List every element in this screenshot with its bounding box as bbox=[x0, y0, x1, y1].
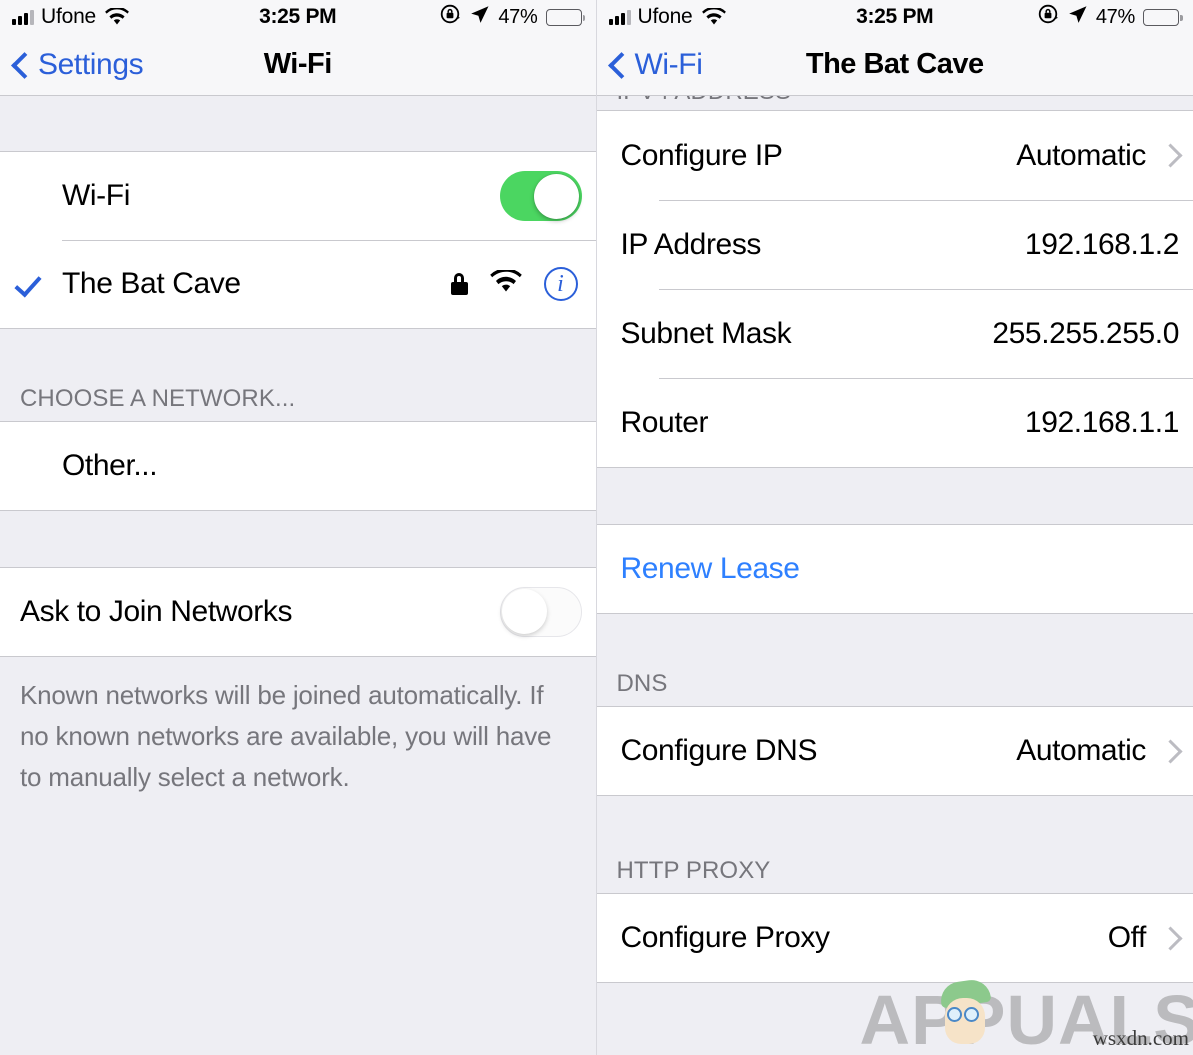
other-network-group: Other... bbox=[0, 421, 596, 511]
proxy-header-wrap: HTTP PROXY bbox=[596, 796, 1193, 893]
location-arrow-icon bbox=[1067, 4, 1088, 31]
chevron-left-icon bbox=[609, 50, 627, 80]
ask-to-join-group: Ask to Join Networks bbox=[0, 567, 596, 657]
row-label: IP Address bbox=[620, 227, 762, 261]
status-bar-left-group: Ufone bbox=[12, 5, 129, 29]
network-detail-content: IPV4 ADDRESS Configure IP Automatic IP A… bbox=[596, 96, 1193, 1055]
spacer-after-ipv4 bbox=[596, 468, 1193, 524]
back-button-label: Settings bbox=[38, 47, 144, 81]
row-label: Configure DNS bbox=[620, 734, 818, 767]
battery-percent-label: 47% bbox=[498, 5, 538, 28]
carrier-label: Ufone bbox=[637, 5, 693, 28]
right-phone-screen: Ufone 3:25 PM 47% Wi-Fi The Bat Cave Con… bbox=[596, 0, 1193, 1055]
chevron-right-icon bbox=[1158, 738, 1183, 764]
configure-proxy-row[interactable]: Configure Proxy Off bbox=[596, 894, 1193, 982]
table-row: Router 192.168.1.1 bbox=[596, 378, 1193, 467]
row-value: 192.168.1.1 bbox=[1024, 405, 1179, 439]
ipv4-section-header: IPV4 ADDRESS bbox=[597, 96, 792, 106]
status-bar-right-group: 47% bbox=[439, 3, 585, 31]
wifi-icon bbox=[701, 8, 726, 26]
signal-bars-icon bbox=[608, 9, 631, 25]
proxy-group: Configure Proxy Off bbox=[596, 893, 1193, 983]
wifi-signal-icon bbox=[489, 267, 522, 299]
back-button-settings[interactable]: Settings bbox=[0, 47, 144, 82]
status-bar-left-group: Ufone bbox=[608, 5, 726, 29]
checkmark-icon bbox=[18, 269, 48, 299]
proxy-section-header: HTTP PROXY bbox=[616, 857, 771, 884]
chevron-left-icon bbox=[12, 50, 30, 80]
table-row: IP Address 192.168.1.2 bbox=[596, 200, 1193, 289]
back-button-wifi[interactable]: Wi-Fi bbox=[597, 48, 703, 82]
row-label: Configure IP bbox=[620, 138, 783, 172]
other-network-label: Other... bbox=[62, 449, 158, 482]
row-value: Automatic bbox=[1016, 734, 1146, 767]
nav-bar-left: Settings Wi-Fi bbox=[0, 34, 596, 96]
dns-header-wrap: DNS bbox=[596, 614, 1193, 706]
other-network-row[interactable]: Other... bbox=[0, 422, 596, 510]
status-bar-right: Ufone 3:25 PM 47% bbox=[596, 0, 1193, 34]
rotation-lock-icon bbox=[439, 3, 461, 31]
dns-section-header: DNS bbox=[616, 670, 668, 697]
status-bar-left: Ufone 3:25 PM 47% bbox=[0, 0, 596, 34]
table-row: Subnet Mask 255.255.255.0 bbox=[596, 289, 1193, 378]
choose-network-header-wrap: CHOOSE A NETWORK... bbox=[0, 329, 596, 421]
renew-lease-group: Renew Lease bbox=[596, 524, 1193, 614]
signal-bars-icon bbox=[12, 9, 34, 25]
chevron-right-icon bbox=[1158, 143, 1183, 168]
dns-group: Configure DNS Automatic bbox=[596, 706, 1193, 796]
row-value: Off bbox=[1107, 921, 1147, 954]
ask-to-join-toggle[interactable] bbox=[499, 587, 582, 637]
rotation-lock-icon bbox=[1037, 3, 1059, 31]
toggle-knob bbox=[501, 589, 547, 634]
status-bar-right-group: 47% bbox=[1037, 3, 1183, 31]
wifi-footer-note: Known networks will be joined automatica… bbox=[20, 680, 552, 792]
wifi-toggle-row[interactable]: Wi-Fi bbox=[0, 152, 596, 240]
wifi-toggle[interactable] bbox=[499, 171, 582, 221]
settings-content-left: Wi-Fi The Bat Cave i CHOOSE A NETWORK...… bbox=[0, 96, 596, 1055]
renew-lease-label: Renew Lease bbox=[620, 552, 800, 585]
connected-network-row[interactable]: The Bat Cave i bbox=[0, 240, 596, 328]
ask-to-join-label: Ask to Join Networks bbox=[20, 595, 293, 628]
connected-network-name: The Bat Cave bbox=[62, 267, 241, 300]
configure-dns-row[interactable]: Configure DNS Automatic bbox=[596, 707, 1193, 795]
wifi-icon bbox=[105, 8, 129, 26]
row-label: Configure Proxy bbox=[620, 921, 831, 954]
chevron-right-icon bbox=[1158, 925, 1183, 951]
watermark-site-label: wsxdn.com bbox=[1092, 1026, 1189, 1050]
lock-icon bbox=[450, 273, 468, 295]
spacer-top bbox=[0, 96, 596, 151]
row-label: Subnet Mask bbox=[620, 316, 792, 350]
row-value: 255.255.255.0 bbox=[992, 316, 1179, 350]
table-row[interactable]: Configure IP Automatic bbox=[596, 111, 1193, 200]
row-label: Router bbox=[620, 405, 709, 439]
ipv4-group: Configure IP Automatic IP Address 192.16… bbox=[596, 110, 1193, 468]
spacer-middle bbox=[0, 511, 596, 567]
ipv4-header-wrap: IPV4 ADDRESS bbox=[596, 96, 1193, 110]
toggle-knob bbox=[534, 173, 579, 219]
battery-percent-label: 47% bbox=[1095, 5, 1135, 28]
location-arrow-icon bbox=[469, 4, 490, 31]
info-icon[interactable]: i bbox=[543, 267, 578, 301]
wifi-group: Wi-Fi The Bat Cave i bbox=[0, 151, 596, 329]
dual-phone-screenshot: Ufone 3:25 PM 47% Settings Wi-Fi Wi-Fi T… bbox=[0, 0, 1193, 1055]
row-value: Automatic bbox=[1016, 138, 1146, 172]
ask-to-join-row[interactable]: Ask to Join Networks bbox=[0, 568, 596, 656]
left-phone-screen: Ufone 3:25 PM 47% Settings Wi-Fi Wi-Fi T… bbox=[0, 0, 597, 1055]
battery-icon bbox=[545, 8, 585, 26]
network-row-icons: i bbox=[450, 267, 582, 301]
nav-bar-right: Wi-Fi The Bat Cave bbox=[596, 34, 1193, 96]
carrier-label: Ufone bbox=[41, 5, 97, 28]
renew-lease-row[interactable]: Renew Lease bbox=[596, 525, 1193, 613]
wifi-row-label: Wi-Fi bbox=[62, 179, 130, 212]
back-button-label: Wi-Fi bbox=[634, 47, 703, 81]
row-value: 192.168.1.2 bbox=[1024, 227, 1179, 261]
battery-icon bbox=[1143, 8, 1183, 26]
choose-network-header: CHOOSE A NETWORK... bbox=[20, 385, 296, 412]
